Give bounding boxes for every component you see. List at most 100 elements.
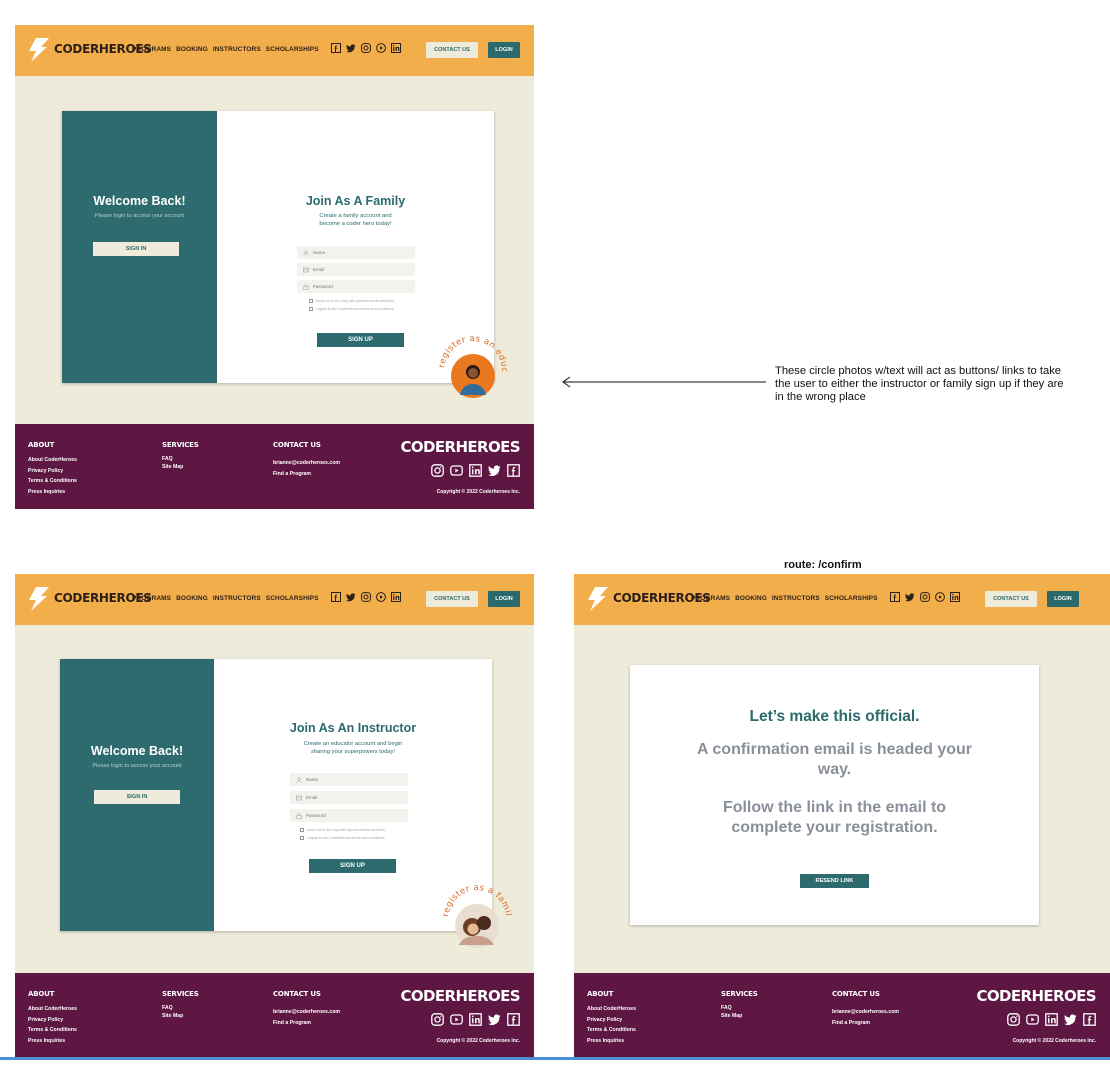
name-field[interactable] (297, 246, 415, 259)
footer-link[interactable]: brianne@coderheroes.com (832, 1007, 899, 1018)
footer-link[interactable]: FAQ (162, 455, 183, 463)
contact-us-button[interactable]: CONTACT US (426, 42, 478, 58)
name-input[interactable] (313, 250, 403, 255)
footer-link[interactable]: Site Map (721, 1012, 742, 1020)
login-button[interactable]: LOGIN (488, 591, 520, 607)
twitter-icon[interactable] (905, 592, 915, 602)
name-input[interactable] (306, 777, 396, 782)
twitter-icon[interactable] (488, 464, 501, 477)
facebook-icon[interactable] (890, 592, 900, 602)
youtube-icon[interactable] (935, 592, 945, 602)
footer-link[interactable]: Privacy Policy (587, 1015, 636, 1026)
login-button[interactable]: LOGIN (1047, 591, 1079, 607)
newsletter-checkbox[interactable]: Keep me in the loop with special events … (309, 299, 394, 303)
instagram-icon[interactable] (361, 43, 371, 53)
footer-link[interactable]: Press Inquiries (28, 487, 77, 498)
instagram-icon[interactable] (431, 464, 444, 477)
facebook-icon[interactable] (331, 43, 341, 53)
footer-link[interactable]: Terms & Conditions (28, 1025, 77, 1036)
nav-programs[interactable]: PROGRAMS (132, 595, 171, 602)
footer-link[interactable]: Press Inquiries (587, 1036, 636, 1047)
twitter-icon[interactable] (346, 592, 356, 602)
sign-up-button[interactable]: SIGN UP (309, 859, 396, 873)
footer-link[interactable]: FAQ (162, 1004, 183, 1012)
checkbox-box[interactable] (300, 828, 304, 832)
nav-scholarships[interactable]: SCHOLARSHIPS (266, 46, 319, 53)
footer-link[interactable]: brianne@coderheroes.com (273, 1007, 340, 1018)
checkbox-box[interactable] (309, 307, 313, 311)
youtube-icon[interactable] (376, 592, 386, 602)
nav-scholarships[interactable]: SCHOLARSHIPS (266, 595, 319, 602)
sign-up-button[interactable]: SIGN UP (317, 333, 404, 347)
password-input[interactable] (313, 284, 403, 289)
youtube-icon[interactable] (450, 1013, 463, 1026)
lightning-logo-icon[interactable] (586, 587, 608, 611)
newsletter-checkbox[interactable]: Keep me in the loop with special events … (300, 828, 385, 832)
email-field[interactable] (290, 791, 408, 804)
nav-programs[interactable]: PROGRAMS (132, 46, 171, 53)
footer-link[interactable]: Find a Program (273, 469, 340, 480)
lightning-logo-icon[interactable] (27, 38, 49, 62)
nav-booking[interactable]: BOOKING (176, 595, 208, 602)
footer-link[interactable]: About CoderHeroes (28, 455, 77, 466)
nav-instructors[interactable]: INSTRUCTORS (772, 595, 820, 602)
sign-in-button[interactable]: SIGN IN (94, 790, 180, 804)
youtube-icon[interactable] (376, 43, 386, 53)
email-input[interactable] (313, 267, 403, 272)
footer-link[interactable]: FAQ (721, 1004, 742, 1012)
instagram-icon[interactable] (920, 592, 930, 602)
nav-booking[interactable]: BOOKING (735, 595, 767, 602)
footer-link[interactable]: Press Inquiries (28, 1036, 77, 1047)
twitter-icon[interactable] (346, 43, 356, 53)
instagram-icon[interactable] (1007, 1013, 1020, 1026)
contact-us-button[interactable]: CONTACT US (426, 591, 478, 607)
youtube-icon[interactable] (1026, 1013, 1039, 1026)
facebook-icon[interactable] (507, 464, 520, 477)
linkedin-icon[interactable] (469, 1013, 482, 1026)
lightning-logo-icon[interactable] (27, 587, 49, 611)
footer-link[interactable]: Terms & Conditions (28, 476, 77, 487)
twitter-icon[interactable] (1064, 1013, 1077, 1026)
nav-booking[interactable]: BOOKING (176, 46, 208, 53)
footer-link[interactable]: About CoderHeroes (587, 1004, 636, 1015)
footer-link[interactable]: Privacy Policy (28, 466, 77, 477)
footer-link[interactable]: About CoderHeroes (28, 1004, 77, 1015)
email-field[interactable] (297, 263, 415, 276)
password-field[interactable] (297, 280, 415, 293)
password-input[interactable] (306, 813, 396, 818)
terms-checkbox[interactable]: I agree to the CoderHeroes terms and con… (300, 836, 385, 840)
nav-scholarships[interactable]: SCHOLARSHIPS (825, 595, 878, 602)
instagram-icon[interactable] (431, 1013, 444, 1026)
footer-link[interactable]: brianne@coderheroes.com (273, 458, 340, 469)
sign-in-button[interactable]: SIGN IN (93, 242, 179, 256)
linkedin-icon[interactable] (950, 592, 960, 602)
password-field[interactable] (290, 809, 408, 822)
email-input[interactable] (306, 795, 396, 800)
login-button[interactable]: LOGIN (488, 42, 520, 58)
nav-instructors[interactable]: INSTRUCTORS (213, 46, 261, 53)
footer-link[interactable]: Terms & Conditions (587, 1025, 636, 1036)
checkbox-box[interactable] (309, 299, 313, 303)
register-family-badge[interactable]: register as a family (439, 881, 515, 957)
twitter-icon[interactable] (488, 1013, 501, 1026)
youtube-icon[interactable] (450, 464, 463, 477)
name-field[interactable] (290, 773, 408, 786)
facebook-icon[interactable] (1083, 1013, 1096, 1026)
resend-link-button[interactable]: RESEND LINK (800, 874, 869, 888)
instagram-icon[interactable] (361, 592, 371, 602)
footer-link[interactable]: Privacy Policy (28, 1015, 77, 1026)
facebook-icon[interactable] (507, 1013, 520, 1026)
footer-link[interactable]: Find a Program (832, 1018, 899, 1029)
footer-link[interactable]: Find a Program (273, 1018, 340, 1029)
footer-link[interactable]: Site Map (162, 1012, 183, 1020)
footer-link[interactable]: Site Map (162, 463, 183, 471)
linkedin-icon[interactable] (469, 464, 482, 477)
linkedin-icon[interactable] (391, 592, 401, 602)
register-educator-badge[interactable]: register as an educator (435, 332, 511, 408)
checkbox-box[interactable] (300, 836, 304, 840)
linkedin-icon[interactable] (1045, 1013, 1058, 1026)
terms-checkbox[interactable]: I agree to the CoderHeroes terms and con… (309, 307, 394, 311)
nav-instructors[interactable]: INSTRUCTORS (213, 595, 261, 602)
nav-programs[interactable]: PROGRAMS (691, 595, 730, 602)
facebook-icon[interactable] (331, 592, 341, 602)
